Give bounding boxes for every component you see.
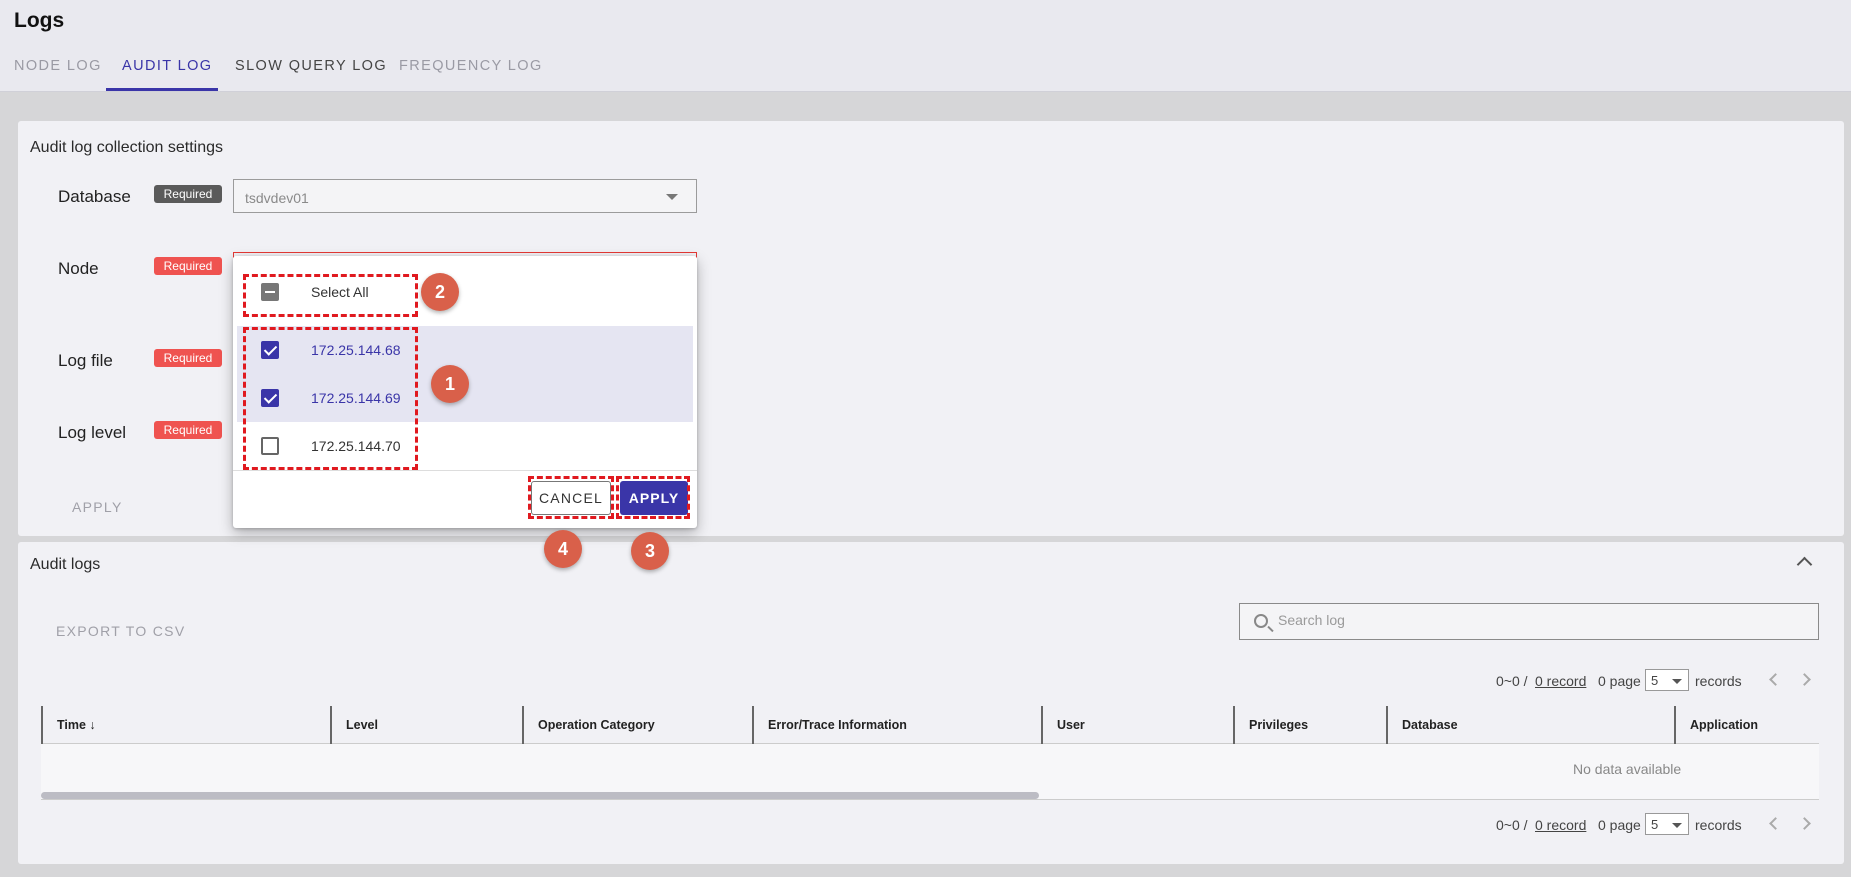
step-marker-4: 4 (544, 530, 582, 568)
pagination-bottom: 0~0 / 0 record 0 page 5 records (1496, 813, 1826, 837)
settings-card-title: Audit log collection settings (30, 139, 223, 156)
page-count: 0 page (1598, 673, 1641, 689)
audit-log-table-header: Time ↓ Level Operation Category Error/Tr… (41, 706, 1819, 744)
records-label: records (1695, 817, 1742, 833)
column-header-level[interactable]: Level (330, 706, 378, 744)
export-csv-button[interactable]: EXPORT TO CSV (56, 623, 185, 639)
required-badge: Required (154, 421, 222, 439)
column-label: Level (346, 718, 378, 732)
tab-node-log[interactable]: NODE LOG (14, 58, 102, 74)
required-badge: Required (154, 185, 222, 203)
chevron-left-icon[interactable] (1769, 673, 1782, 686)
chevron-right-icon[interactable] (1798, 673, 1811, 686)
audit-logs-title: Audit logs (30, 556, 101, 573)
column-label: Operation Category (538, 718, 655, 732)
column-header-application[interactable]: Application (1674, 706, 1758, 744)
chevron-down-icon (1672, 823, 1682, 828)
settings-apply-button[interactable]: APPLY (72, 499, 123, 515)
column-header-user[interactable]: User (1041, 706, 1085, 744)
search-log-field[interactable] (1239, 603, 1819, 640)
highlight-select-all (243, 274, 418, 317)
column-label: Error/Trace Information (768, 718, 907, 732)
tab-audit-log[interactable]: AUDIT LOG (122, 58, 213, 74)
column-label: Time ↓ (57, 718, 96, 732)
empty-state-text: No data available (1573, 761, 1682, 777)
required-badge: Required (154, 257, 222, 275)
tab-divider (0, 91, 1851, 92)
per-page-select[interactable]: 5 (1645, 669, 1689, 691)
highlight-node-options (243, 327, 418, 470)
column-header-database[interactable]: Database (1386, 706, 1458, 744)
chevron-down-icon (666, 194, 678, 200)
search-icon (1254, 614, 1268, 628)
tab-slow-query-log[interactable]: SLOW QUERY LOG (235, 58, 387, 74)
column-header-time[interactable]: Time ↓ (41, 706, 96, 744)
chevron-right-icon[interactable] (1798, 817, 1811, 830)
records-label: records (1695, 673, 1742, 689)
step-marker-3: 3 (631, 532, 669, 570)
per-page-select[interactable]: 5 (1645, 813, 1689, 835)
database-select-value: tsdvdev01 (245, 190, 309, 206)
tab-frequency-log[interactable]: FREQUENCY LOG (399, 58, 543, 74)
record-count-link[interactable]: 0 record (1535, 817, 1586, 833)
column-label: Application (1690, 718, 1759, 732)
highlight-apply (616, 476, 690, 519)
record-count-link[interactable]: 0 record (1535, 673, 1586, 689)
search-input[interactable] (1278, 612, 1798, 628)
highlight-cancel (528, 476, 614, 519)
pagination-range: 0~0 / (1496, 673, 1528, 689)
column-header-error-trace[interactable]: Error/Trace Information (752, 706, 907, 744)
node-label: Node (58, 259, 99, 278)
required-badge: Required (154, 349, 222, 367)
horizontal-scrollbar[interactable] (41, 792, 1039, 799)
header: Logs NODE LOG AUDIT LOG SLOW QUERY LOG F… (0, 0, 1851, 92)
log-level-label: Log level (58, 423, 127, 442)
chevron-left-icon[interactable] (1769, 817, 1782, 830)
step-marker-1: 1 (431, 365, 469, 403)
column-label: User (1057, 718, 1085, 732)
column-label: Privileges (1249, 718, 1309, 732)
step-marker-2: 2 (421, 273, 459, 311)
per-page-value: 5 (1651, 673, 1659, 688)
database-label: Database (58, 187, 131, 206)
per-page-value: 5 (1651, 817, 1659, 832)
chevron-down-icon (1672, 679, 1682, 684)
log-file-label: Log file (58, 351, 113, 370)
pagination-range: 0~0 / (1496, 817, 1528, 833)
database-select[interactable]: tsdvdev01 (233, 179, 697, 213)
pagination-top: 0~0 / 0 record 0 page 5 records (1496, 669, 1826, 693)
column-label: Database (1402, 718, 1458, 732)
menu-divider (233, 470, 697, 471)
column-header-privileges[interactable]: Privileges (1233, 706, 1308, 744)
page-title: Logs (14, 9, 65, 32)
page-count: 0 page (1598, 817, 1641, 833)
column-header-operation-category[interactable]: Operation Category (522, 706, 655, 744)
